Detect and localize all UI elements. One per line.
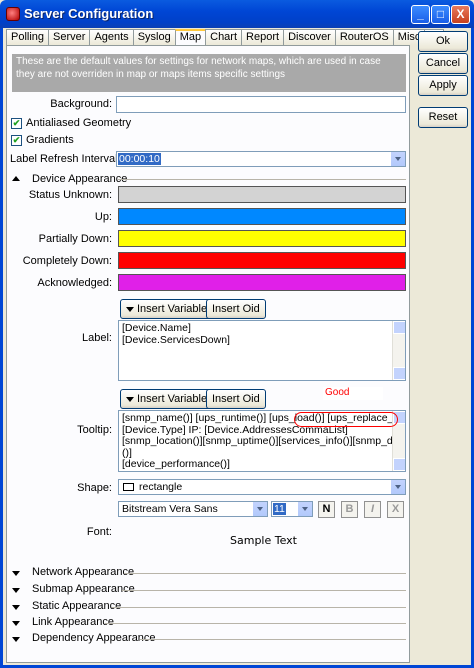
tab-map[interactable]: Map bbox=[174, 29, 207, 46]
annotation-circle bbox=[294, 412, 398, 427]
app-icon bbox=[6, 7, 20, 21]
up-label: Up: bbox=[94, 211, 112, 223]
background-label: Background: bbox=[50, 98, 112, 110]
font-family-value: Bitstream Vera Sans bbox=[122, 503, 218, 515]
scroll-up-icon[interactable] bbox=[393, 321, 405, 334]
chevron-down-icon[interactable] bbox=[390, 152, 405, 166]
divider bbox=[124, 573, 406, 574]
acknowledged-color[interactable] bbox=[118, 274, 406, 291]
close-button[interactable]: X bbox=[451, 5, 470, 24]
shape-label: Shape: bbox=[77, 482, 112, 494]
label-textarea[interactable]: [Device.Name] [Device.ServicesDown] bbox=[118, 320, 406, 381]
tab-syslog[interactable]: Syslog bbox=[132, 29, 176, 45]
antialiased-checkbox[interactable]: ✔ bbox=[11, 118, 22, 129]
window-border-left bbox=[0, 28, 3, 668]
tooltip-label: Tooltip: bbox=[77, 424, 112, 436]
expand-icon[interactable] bbox=[12, 637, 20, 642]
dropdown-arrow-icon bbox=[126, 396, 134, 402]
cancel-button[interactable]: Cancel bbox=[418, 53, 468, 74]
maximize-button[interactable]: □ bbox=[431, 5, 450, 24]
normal-style-button[interactable]: N bbox=[318, 501, 335, 518]
tooltip-line: [snmp_location()][snmp_uptime()][service… bbox=[122, 435, 405, 448]
window-title: Server Configuration bbox=[24, 6, 154, 21]
gradients-checkbox[interactable]: ✔ bbox=[11, 135, 22, 146]
tab-agents[interactable]: Agents bbox=[89, 29, 134, 45]
divider bbox=[118, 179, 406, 180]
divider bbox=[122, 590, 406, 591]
chevron-down-icon[interactable] bbox=[390, 480, 405, 494]
tab-server[interactable]: Server bbox=[48, 29, 91, 45]
clear-style-button[interactable]: X bbox=[387, 501, 404, 518]
section-device-appearance[interactable]: Device Appearance bbox=[32, 173, 127, 185]
minimize-button[interactable]: _ bbox=[411, 5, 430, 24]
completely-down-color[interactable] bbox=[118, 252, 406, 269]
label-scrollbar[interactable] bbox=[392, 321, 405, 380]
refresh-label: Label Refresh Interval: bbox=[10, 153, 121, 165]
tab-routeros[interactable]: RouterOS bbox=[334, 29, 394, 45]
background-field[interactable] bbox=[116, 96, 406, 113]
font-size-value: 11 bbox=[273, 503, 286, 515]
section-static-appearance[interactable]: Static Appearance bbox=[32, 600, 121, 612]
tab-chart[interactable]: Chart bbox=[205, 29, 243, 45]
insert-oid-button[interactable]: Insert Oid bbox=[206, 299, 266, 319]
refresh-interval-field[interactable]: 00:00:10 bbox=[116, 151, 406, 167]
rectangle-icon bbox=[123, 483, 134, 491]
bold-style-button[interactable]: B bbox=[341, 501, 358, 518]
tab-discover[interactable]: Discover bbox=[283, 29, 336, 45]
acknowledged-label: Acknowledged: bbox=[37, 277, 112, 289]
chevron-down-icon[interactable] bbox=[252, 502, 267, 516]
scroll-down-icon[interactable] bbox=[393, 367, 405, 380]
section-link-appearance[interactable]: Link Appearance bbox=[32, 616, 114, 628]
font-family-select[interactable]: Bitstream Vera Sans bbox=[118, 501, 268, 517]
font-sample: Sample Text bbox=[230, 534, 297, 547]
shape-value: rectangle bbox=[139, 481, 183, 493]
insert-variable-label: Insert Variable bbox=[137, 303, 208, 315]
expand-icon[interactable] bbox=[12, 588, 20, 593]
italic-style-button[interactable]: I bbox=[364, 501, 381, 518]
section-submap-appearance[interactable]: Submap Appearance bbox=[32, 583, 135, 595]
partially-down-label: Partially Down: bbox=[38, 233, 112, 245]
label-line: [Device.ServicesDown] bbox=[122, 333, 230, 346]
scroll-down-icon[interactable] bbox=[393, 458, 405, 471]
section-network-appearance[interactable]: Network Appearance bbox=[32, 566, 134, 578]
chevron-down-icon[interactable] bbox=[297, 502, 312, 516]
dropdown-arrow-icon bbox=[126, 306, 134, 312]
up-color[interactable] bbox=[118, 208, 406, 225]
insert-oid-button-2[interactable]: Insert Oid bbox=[206, 389, 266, 409]
expand-icon[interactable] bbox=[12, 605, 20, 610]
tab-polling[interactable]: Polling bbox=[6, 29, 50, 45]
divider bbox=[112, 607, 406, 608]
refresh-interval-value: 00:00:10 bbox=[118, 153, 161, 165]
expand-icon[interactable] bbox=[12, 621, 20, 626]
insert-variable-button[interactable]: Insert Variable bbox=[120, 299, 214, 319]
font-size-select[interactable]: 11 bbox=[271, 501, 313, 517]
status-unknown-label: Status Unknown: bbox=[28, 189, 112, 201]
annotation-good: Good bbox=[323, 387, 383, 400]
insert-variable-button-2[interactable]: Insert Variable bbox=[120, 389, 214, 409]
tab-report[interactable]: Report bbox=[241, 29, 285, 45]
antialiased-label: Antialiased Geometry bbox=[26, 117, 132, 129]
label-line: [Device.Name] bbox=[122, 322, 191, 334]
divider bbox=[105, 623, 406, 624]
title-bar[interactable]: Server Configuration _ □ X bbox=[0, 0, 474, 28]
partially-down-color[interactable] bbox=[118, 230, 406, 247]
info-text: These are the default values for setting… bbox=[12, 54, 406, 92]
shape-select[interactable]: rectangle bbox=[118, 479, 406, 495]
label-label: Label: bbox=[82, 332, 112, 344]
reset-button[interactable]: Reset bbox=[418, 107, 468, 128]
divider bbox=[140, 639, 406, 640]
expand-icon[interactable] bbox=[12, 571, 20, 576]
status-unknown-color[interactable] bbox=[118, 186, 406, 203]
apply-button[interactable]: Apply bbox=[418, 75, 468, 96]
tooltip-line: [device_performance()] bbox=[122, 458, 230, 471]
font-label: Font: bbox=[86, 526, 112, 538]
gradients-label: Gradients bbox=[26, 134, 74, 146]
collapse-icon[interactable] bbox=[12, 176, 20, 181]
ok-button[interactable]: Ok bbox=[418, 31, 468, 52]
tab-strip: Polling Server Agents Syslog Map Chart R… bbox=[6, 29, 444, 46]
insert-variable-label: Insert Variable bbox=[137, 393, 208, 405]
section-dependency-appearance[interactable]: Dependency Appearance bbox=[32, 632, 156, 644]
completely-down-label: Completely Down: bbox=[22, 255, 112, 267]
